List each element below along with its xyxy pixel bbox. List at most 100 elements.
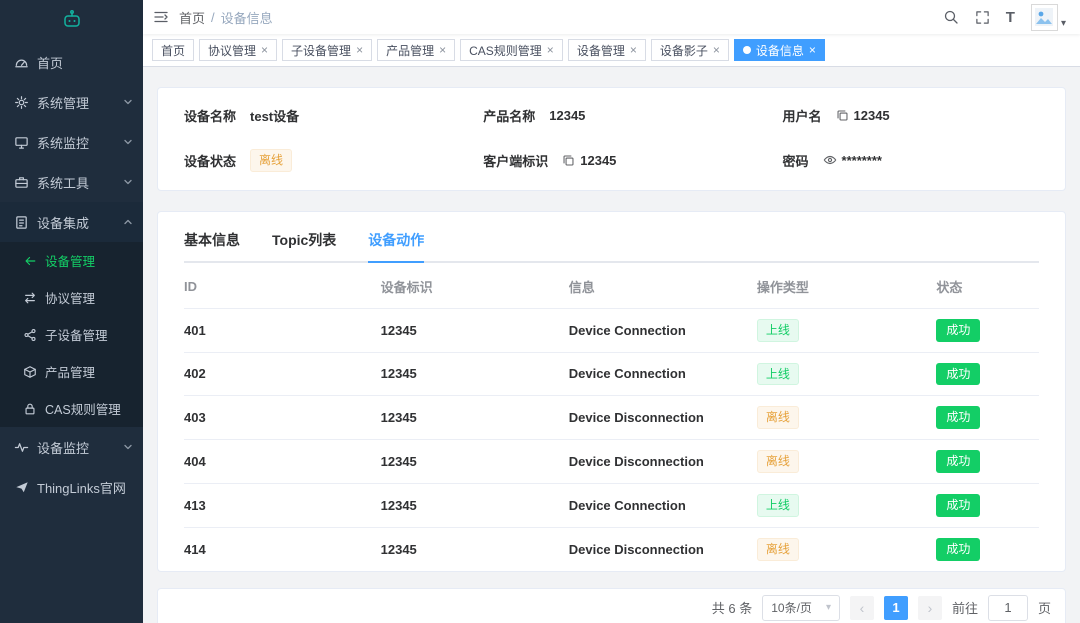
next-page-button[interactable]: › [917, 595, 942, 620]
cell-device-id: 12345 [380, 439, 569, 484]
avatar [1030, 3, 1058, 31]
cell-device-id: 12345 [380, 395, 569, 441]
sidebar-item-product-mgmt[interactable]: 产品管理 [0, 353, 143, 390]
sidebar-fold-icon[interactable] [153, 9, 169, 25]
goto-suffix: 页 [1037, 601, 1051, 617]
cell-status: 成功 [936, 527, 1039, 570]
cell-op-type: 上线 [756, 352, 937, 397]
pagination-bar: 共 6 条 10条/页 ▾ ‹ 1 › 前往 页 [157, 587, 1066, 623]
cell-op-type: 离线 [756, 395, 937, 441]
cell-message: Device Disconnection [568, 541, 704, 557]
breadcrumb: 首页 / 设备信息 [179, 8, 273, 27]
sidebar-menu: 首页 系统管理 系统监控 系统工具 设备集成 设备管理 协议管理 子设备管理 产… [0, 42, 143, 623]
close-icon[interactable]: × [713, 44, 720, 56]
cell-status: 成功 [936, 439, 1039, 484]
sidebar: 首页 系统管理 系统监控 系统工具 设备集成 设备管理 协议管理 子设备管理 产… [0, 0, 143, 623]
table-row: 404 12345 Device Disconnection 离线 成功 [184, 439, 1039, 484]
device-name-value: test设备 [250, 109, 300, 124]
tag-device-mgmt[interactable]: 设备管理 × [567, 39, 646, 61]
navbar-actions: T ▾ [943, 3, 1066, 31]
tags-bar: 首页 协议管理 × 子设备管理 × 产品管理 × CAS规则管理 × 设备管理 … [143, 34, 1080, 67]
username-text: 12345 [853, 108, 890, 123]
cell-op-type: 离线 [756, 527, 937, 570]
copy-icon[interactable] [836, 109, 849, 122]
sidebar-item-thinglinks-site[interactable]: ThingLinks官网 [0, 467, 143, 507]
search-icon[interactable] [943, 9, 959, 25]
close-icon[interactable]: × [809, 44, 816, 56]
sidebar-item-home[interactable]: 首页 [0, 42, 143, 82]
close-icon[interactable]: × [547, 44, 554, 56]
sidebar-item-system-mgmt[interactable]: 系统管理 [0, 82, 143, 122]
close-icon[interactable]: × [630, 44, 637, 56]
field-label: 用户名 [782, 109, 822, 124]
device-actions-table: ID 设备标识 信息 操作类型 状态 401 12345 Device Conn… [184, 262, 1039, 571]
column-header-status: 状态 [936, 262, 1039, 309]
device-arrow-icon [22, 253, 37, 268]
sidebar-item-label: 首页 [37, 55, 64, 71]
field-label: 客户端标识 [483, 153, 549, 169]
tag-label: 协议管理 [208, 43, 257, 58]
tag-subdevice-mgmt[interactable]: 子设备管理 × [282, 39, 373, 61]
status-badge: 成功 [936, 450, 981, 473]
sidebar-item-system-tools[interactable]: 系统工具 [0, 162, 143, 202]
chevron-down-icon [123, 442, 133, 452]
status-badge: 成功 [936, 318, 981, 342]
cell-id: 413 [184, 483, 381, 528]
tag-device-info[interactable]: 设备信息 × [733, 39, 825, 61]
page-number-1[interactable]: 1 [883, 595, 908, 620]
sidebar-item-device-monitor[interactable]: 设备监控 [0, 427, 143, 467]
sidebar-item-label: 设备集成 [37, 215, 90, 231]
sidebar-item-label: 协议管理 [45, 292, 96, 306]
cell-id: 414 [184, 541, 206, 557]
field-label: 产品名称 [483, 109, 536, 124]
username-field: 用户名 12345 [783, 106, 1040, 125]
sidebar-item-system-monitor[interactable]: 系统监控 [0, 122, 143, 162]
prev-page-button[interactable]: ‹ [849, 595, 874, 620]
op-type-badge: 上线 [756, 493, 799, 517]
breadcrumb-home-link[interactable]: 首页 [179, 8, 205, 27]
page-size-select[interactable]: 10条/页 ▾ [762, 594, 840, 621]
eye-icon[interactable] [823, 153, 837, 167]
cell-device-id: 12345 [380, 308, 569, 353]
password-text: ******** [841, 152, 882, 168]
tag-protocol-mgmt[interactable]: 协议管理 × [199, 39, 278, 61]
tab-device-actions[interactable]: 设备动作 [368, 230, 425, 263]
sidebar-item-label: 设备管理 [45, 255, 96, 269]
sidebar-item-device-mgmt[interactable]: 设备管理 [0, 242, 143, 279]
pagination-total: 共 6 条 [711, 601, 753, 617]
copy-icon[interactable] [562, 154, 575, 167]
client-id-text: 12345 [580, 152, 617, 168]
tag-product-mgmt[interactable]: 产品管理 × [377, 39, 456, 61]
fullscreen-icon[interactable] [975, 10, 990, 25]
tag-cas-rules-mgmt[interactable]: CAS规则管理 × [460, 39, 563, 61]
app-logo[interactable] [0, 0, 143, 42]
robot-logo-icon [60, 8, 84, 35]
column-header-message: 信息 [568, 262, 757, 309]
sidebar-item-protocol-mgmt[interactable]: 协议管理 [0, 279, 143, 316]
cell-message: Device Disconnection [568, 439, 757, 484]
close-icon[interactable]: × [356, 44, 363, 56]
cell-device-id: 12345 [380, 483, 569, 528]
tab-basic-info[interactable]: 基本信息 [184, 230, 240, 261]
sidebar-item-device-integration[interactable]: 设备集成 [0, 202, 143, 242]
client-id-value: 12345 [562, 153, 616, 168]
goto-page-input[interactable] [987, 594, 1028, 621]
sidebar-item-subdevice-mgmt[interactable]: 子设备管理 [0, 316, 143, 353]
table-row: 403 12345 Device Disconnection 离线 成功 [184, 395, 1039, 441]
cell-op-type: 上线 [756, 483, 937, 528]
device-detail-card: 基本信息 Topic列表 设备动作 ID 设备标识 信息 操作类型 状态 401… [157, 210, 1066, 572]
sidebar-item-label: 系统监控 [37, 135, 90, 151]
cell-message: Device Connection [568, 308, 757, 353]
cell-op-type: 上线 [756, 308, 937, 353]
close-icon[interactable]: × [439, 44, 446, 56]
column-header-device-id: 设备标识 [380, 262, 569, 309]
close-icon[interactable]: × [261, 44, 268, 56]
tag-home[interactable]: 首页 [152, 39, 195, 61]
font-size-icon[interactable]: T [1006, 10, 1015, 25]
tab-topic-list[interactable]: Topic列表 [272, 230, 336, 261]
user-menu[interactable]: ▾ [1030, 3, 1066, 31]
box-icon [22, 364, 37, 379]
tag-device-shadow[interactable]: 设备影子 × [650, 39, 729, 61]
sidebar-item-cas-rules-mgmt[interactable]: CAS规则管理 [0, 390, 143, 427]
status-badge: 成功 [936, 362, 981, 386]
